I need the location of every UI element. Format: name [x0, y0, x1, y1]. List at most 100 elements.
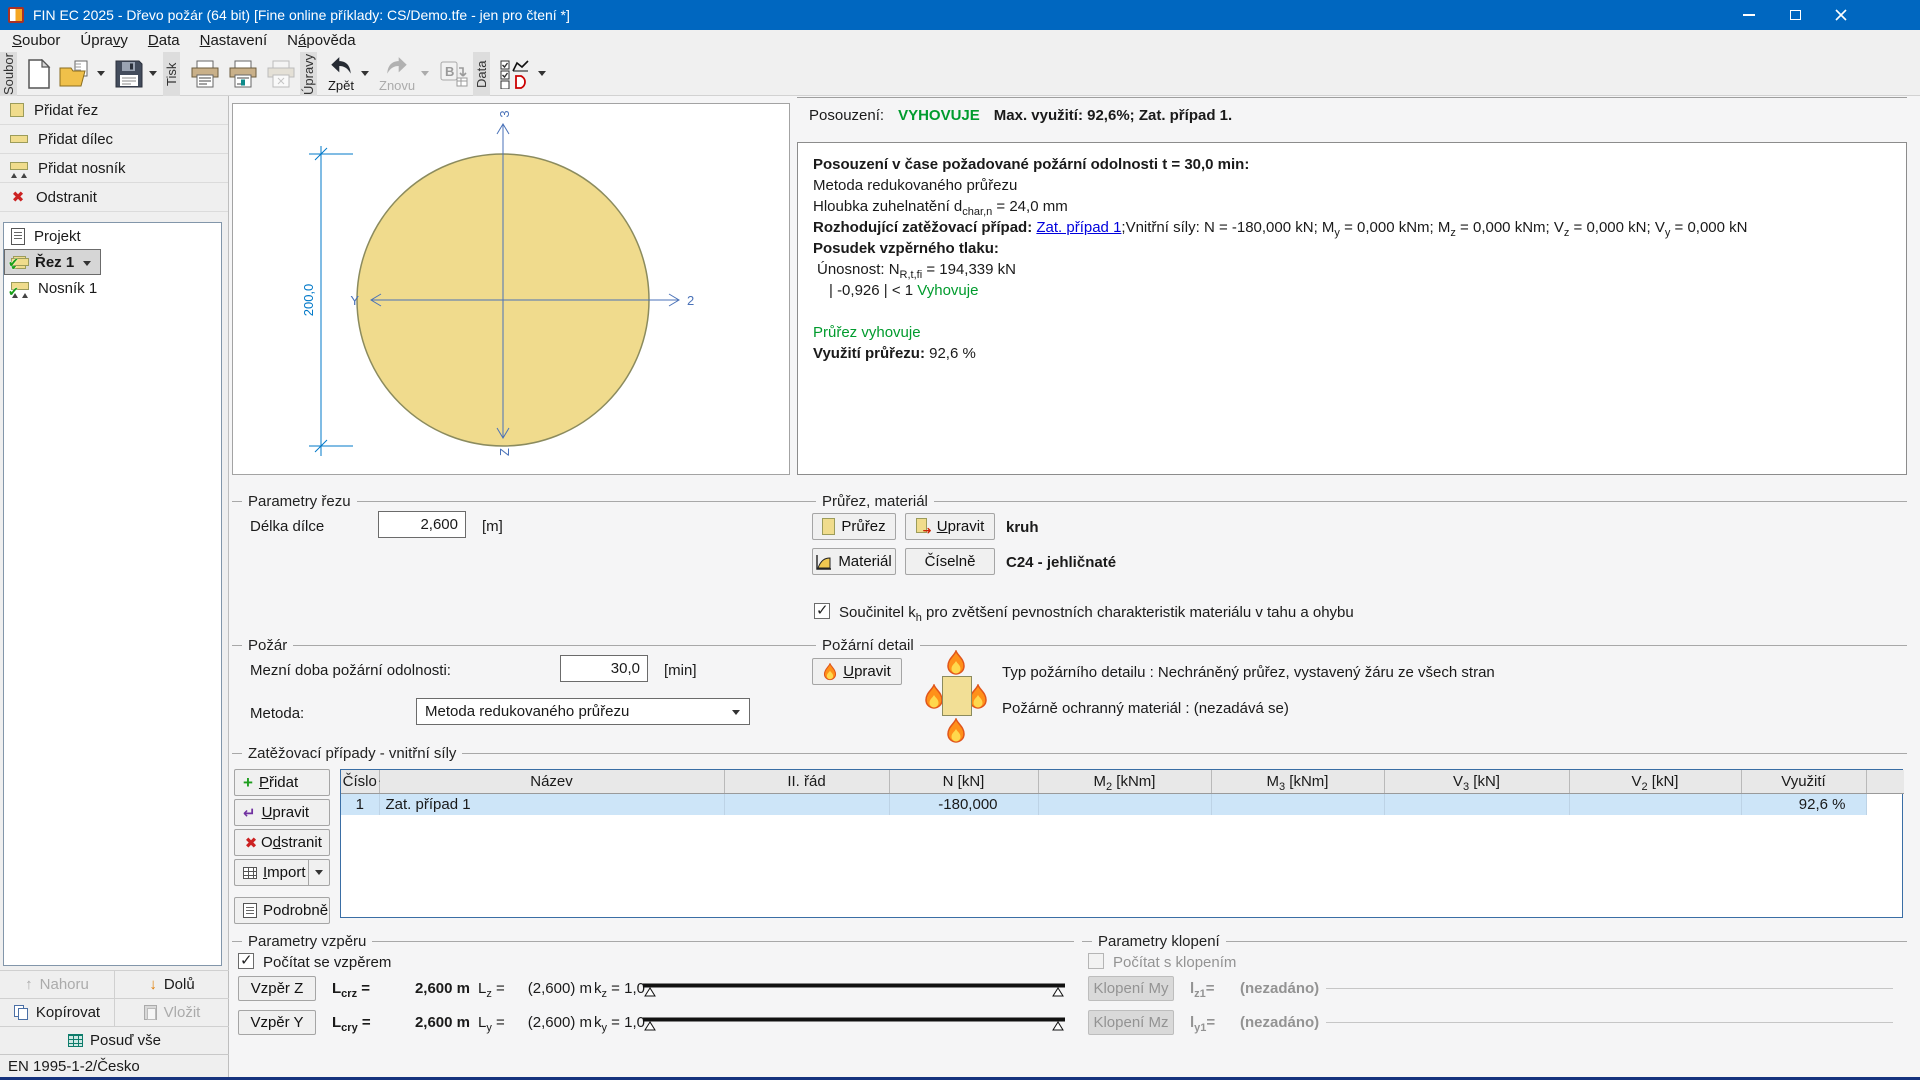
move-up-button: ↑Nahoru	[0, 971, 114, 998]
col-n[interactable]: N [kN]	[889, 770, 1038, 793]
cell-gutter	[1866, 793, 1904, 815]
print-preview-button[interactable]	[224, 54, 262, 94]
buckling-checkbox[interactable]	[238, 953, 254, 969]
delete-button[interactable]: ✖ Odstranit	[0, 183, 228, 212]
col-nazev[interactable]: Název	[379, 770, 724, 793]
fire-time-input[interactable]: 30,0	[560, 655, 648, 682]
method-select[interactable]: Metoda redukovaného průřezu	[416, 698, 750, 725]
results-utilization: Využití průřezu: 92,6 %	[813, 343, 1891, 364]
col-gutter	[1866, 770, 1904, 793]
data-options-dropdown[interactable]	[538, 71, 546, 80]
open-file-dropdown[interactable]	[97, 71, 105, 80]
edit-load-case-button[interactable]: ↵ Upravit	[234, 799, 330, 826]
undo-dropdown[interactable]	[361, 71, 369, 80]
cell-m3	[1211, 793, 1384, 815]
cell-v3	[1384, 793, 1569, 815]
numeric-button[interactable]: Číselně	[905, 548, 995, 575]
new-file-button[interactable]	[23, 54, 55, 94]
status-bar: EN 1995-1-2/Česko	[0, 1054, 229, 1077]
lz-value: (2,600) m	[526, 980, 592, 997]
col-v3[interactable]: V3 [kN]	[1384, 770, 1569, 793]
results-check-title: Posudek vzpěrného tlaku:	[813, 238, 1891, 259]
ltb-mz-button: Klopení Mz	[1088, 1010, 1174, 1035]
save-button[interactable]	[111, 54, 147, 94]
edit-fire-detail-button[interactable]: Upravit	[812, 658, 902, 685]
maximize-icon	[1790, 10, 1801, 20]
load-case-link[interactable]: Zat. případ 1	[1036, 219, 1121, 236]
results-ratio: | -0,926 | < 1 Vyhovuje	[813, 280, 1891, 301]
move-down-button[interactable]: ↓Dolů	[114, 971, 229, 998]
kh-label: Součinitel kh pro zvětšení pevnostních c…	[839, 604, 1354, 621]
add-member-button[interactable]: Přidat dílec	[0, 125, 228, 154]
edit-section-button[interactable]: ➜ Upravit	[905, 513, 995, 540]
copy-button[interactable]: Kopírovat	[0, 999, 114, 1026]
data-options-button[interactable]	[496, 54, 536, 94]
group-title: Průřez, materiál	[816, 492, 934, 511]
add-section-button[interactable]: Přidat řez	[0, 96, 228, 125]
add-section-label: Přidat řez	[34, 102, 98, 119]
sidebar: Přidat řez Přidat dílec Přidat nosník ✖ …	[0, 96, 229, 1077]
buckling-checkbox-label: Počítat se vzpěrem	[263, 954, 391, 971]
menu-nastaveni[interactable]: Nastavení	[190, 30, 278, 52]
group-fire: Požár Mezní doba požární odolnosti: 30,0…	[232, 645, 806, 745]
undo-label: Zpět	[328, 78, 354, 93]
buckling-z-button[interactable]: Vzpěr Z	[238, 976, 316, 1001]
menu-napoveda[interactable]: Nápověda	[277, 30, 365, 52]
material-button[interactable]: Materiál	[812, 548, 896, 575]
tree-item-projekt[interactable]: Projekt	[4, 223, 221, 249]
results-panel: Posouzení v čase požadované požární odol…	[797, 142, 1907, 475]
check-all-button[interactable]: Posuď vše	[0, 1027, 229, 1054]
print-button[interactable]	[186, 54, 224, 94]
fire-detail-type: Typ požárního detailu : Nechráněný průře…	[1002, 664, 1495, 681]
col-v2[interactable]: V2 [kN]	[1569, 770, 1741, 793]
load-cases-table: Číslo Název II. řád N [kN] M2 [kNm] M3 […	[340, 769, 1903, 918]
cell-nazev: Zat. případ 1	[379, 793, 724, 815]
open-file-button[interactable]	[55, 54, 95, 94]
detail-button[interactable]: Podrobně	[234, 897, 330, 924]
verdict-strip: Posouzení: VYHOVUJE Max. využití: 92,6%;…	[797, 97, 1907, 133]
printer-icon	[190, 60, 220, 88]
minimize-button[interactable]	[1726, 0, 1772, 30]
add-beam-label: Přidat nosník	[38, 160, 126, 177]
lcry-value: 2,600 m	[378, 1014, 470, 1031]
beam-diagram-y	[642, 1016, 1066, 1031]
maximize-button[interactable]	[1772, 0, 1818, 30]
cell-cislo: 1	[341, 793, 379, 815]
tree-item-nosnik-1[interactable]: ✔ Nosník 1	[4, 275, 221, 301]
buckling-y-button[interactable]: Vzpěr Y	[238, 1010, 316, 1035]
length-input[interactable]: 2,600	[378, 511, 466, 538]
save-dropdown[interactable]	[149, 71, 157, 80]
chevron-down-icon	[315, 870, 323, 879]
col-vyuziti[interactable]: Využití	[1741, 770, 1866, 793]
flame-icon	[823, 663, 837, 681]
fire-exposure-icon	[924, 650, 988, 744]
menu-upravy[interactable]: Úpravy	[70, 30, 138, 52]
cell-ii-rad	[724, 793, 889, 815]
lz1-value: (nezadáno)	[1240, 980, 1319, 997]
toolbar: Soubor Tisk Úpravy Zpět Znovu B Data	[0, 52, 1920, 96]
redo-icon	[383, 55, 411, 77]
import-button[interactable]: Import	[234, 859, 308, 886]
table-row[interactable]: 1 Zat. případ 1 -180,000 92,6 %	[341, 793, 1904, 815]
add-load-case-button[interactable]: + Přidat	[234, 769, 330, 796]
section-button[interactable]: Průřez	[812, 513, 896, 540]
cross-section-view[interactable]: 200,0 3 Z Y 2	[232, 103, 790, 475]
close-button[interactable]	[1818, 0, 1864, 30]
import-dropdown[interactable]	[308, 859, 330, 886]
menu-data[interactable]: Data	[138, 30, 190, 52]
edit-section-icon: ➜	[916, 518, 931, 535]
kh-checkbox[interactable]	[814, 603, 830, 619]
title-bar: FIN EC 2025 - Dřevo požár (64 bit) [Fine…	[0, 0, 1920, 30]
menu-soubor[interactable]: Soubor	[2, 30, 70, 52]
cell-vyuziti: 92,6 %	[1741, 793, 1866, 815]
group-section-params: Parametry řezu Délka dílce 2,600 [m]	[232, 501, 806, 641]
col-m3[interactable]: M3 [kNm]	[1211, 770, 1384, 793]
col-ii-rad[interactable]: II. řád	[724, 770, 889, 793]
col-m2[interactable]: M2 [kNm]	[1038, 770, 1211, 793]
add-beam-button[interactable]: Přidat nosník	[0, 154, 228, 183]
col-cislo[interactable]: Číslo	[341, 770, 379, 793]
verdict-label: Posouzení:	[809, 107, 884, 124]
delete-load-case-button[interactable]: ✖ Odstranit	[234, 829, 330, 856]
axis-z-label: Z	[497, 448, 512, 456]
undo-button[interactable]: Zpět	[323, 54, 359, 94]
